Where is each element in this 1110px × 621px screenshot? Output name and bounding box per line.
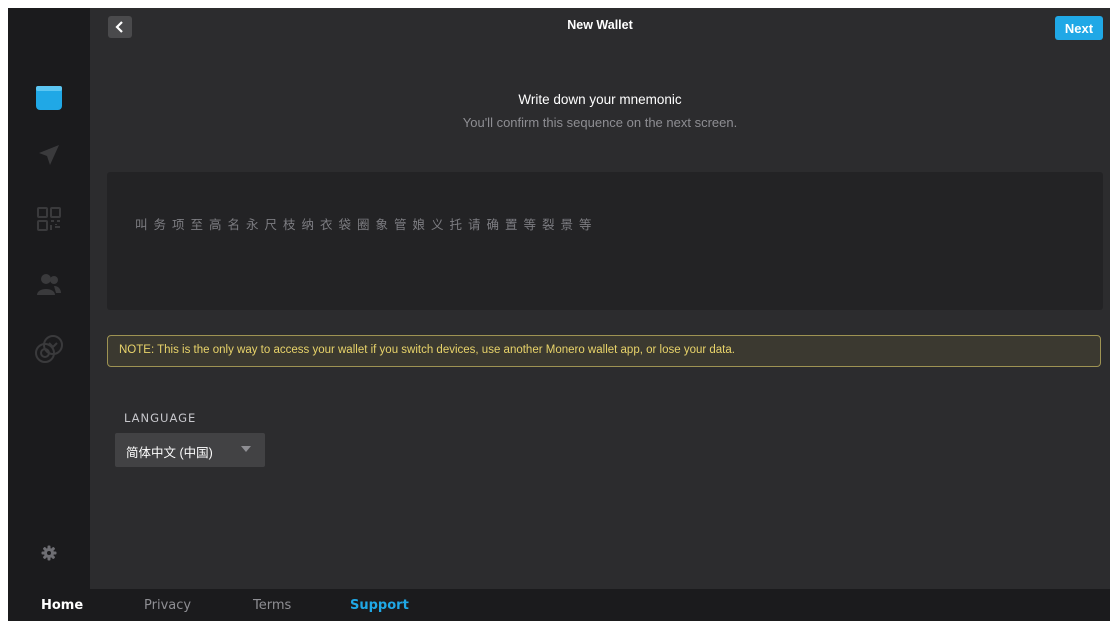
sidebar-item-send[interactable]: [8, 132, 90, 178]
sidebar-item-coins[interactable]: [8, 326, 90, 372]
mnemonic-heading: Write down your mnemonic: [518, 92, 682, 107]
settings-button[interactable]: [8, 530, 90, 576]
sidebar: [8, 8, 90, 589]
app-window: New Wallet Next Write down your mnemonic…: [0, 0, 1110, 621]
sidebar-item-receive[interactable]: [8, 196, 90, 242]
send-icon: [39, 145, 59, 165]
sidebar-item-wallet[interactable]: [8, 75, 90, 121]
page-title: New Wallet: [567, 18, 633, 32]
footer-support-link[interactable]: Support: [350, 589, 409, 621]
wallet-icon: [36, 86, 62, 110]
footer-terms-link[interactable]: Terms: [253, 589, 291, 621]
language-selected-value: 简体中文 (中国): [126, 446, 213, 460]
warning-note: NOTE: This is the only way to access you…: [107, 335, 1101, 367]
gear-icon: [41, 545, 57, 561]
language-label: LANGUAGE: [124, 411, 197, 425]
main-panel: New Wallet Next Write down your mnemonic…: [90, 8, 1110, 589]
mnemonic-box: 叫务项至高名永尺枝纳衣袋圈象管娘义托请确置等裂景等: [107, 172, 1103, 310]
dropdown-arrow-icon: [241, 446, 251, 452]
mnemonic-words[interactable]: 叫务项至高名永尺枝纳衣袋圈象管娘义托请确置等裂景等: [135, 214, 598, 233]
mnemonic-subheading: You'll confirm this sequence on the next…: [462, 115, 738, 130]
footer-home-link[interactable]: Home: [41, 589, 83, 621]
language-select[interactable]: 简体中文 (中国): [115, 433, 265, 467]
warning-note-text: NOTE: This is the only way to access you…: [119, 344, 735, 356]
qr-code-icon: [37, 207, 61, 231]
footer-privacy-link[interactable]: Privacy: [144, 589, 191, 621]
next-button[interactable]: Next: [1055, 16, 1103, 40]
sidebar-item-contacts[interactable]: [8, 261, 90, 307]
contacts-icon: [37, 274, 61, 295]
footer-nav: Home Privacy Terms Support: [8, 589, 1110, 621]
monero-coins-icon: [35, 335, 63, 363]
